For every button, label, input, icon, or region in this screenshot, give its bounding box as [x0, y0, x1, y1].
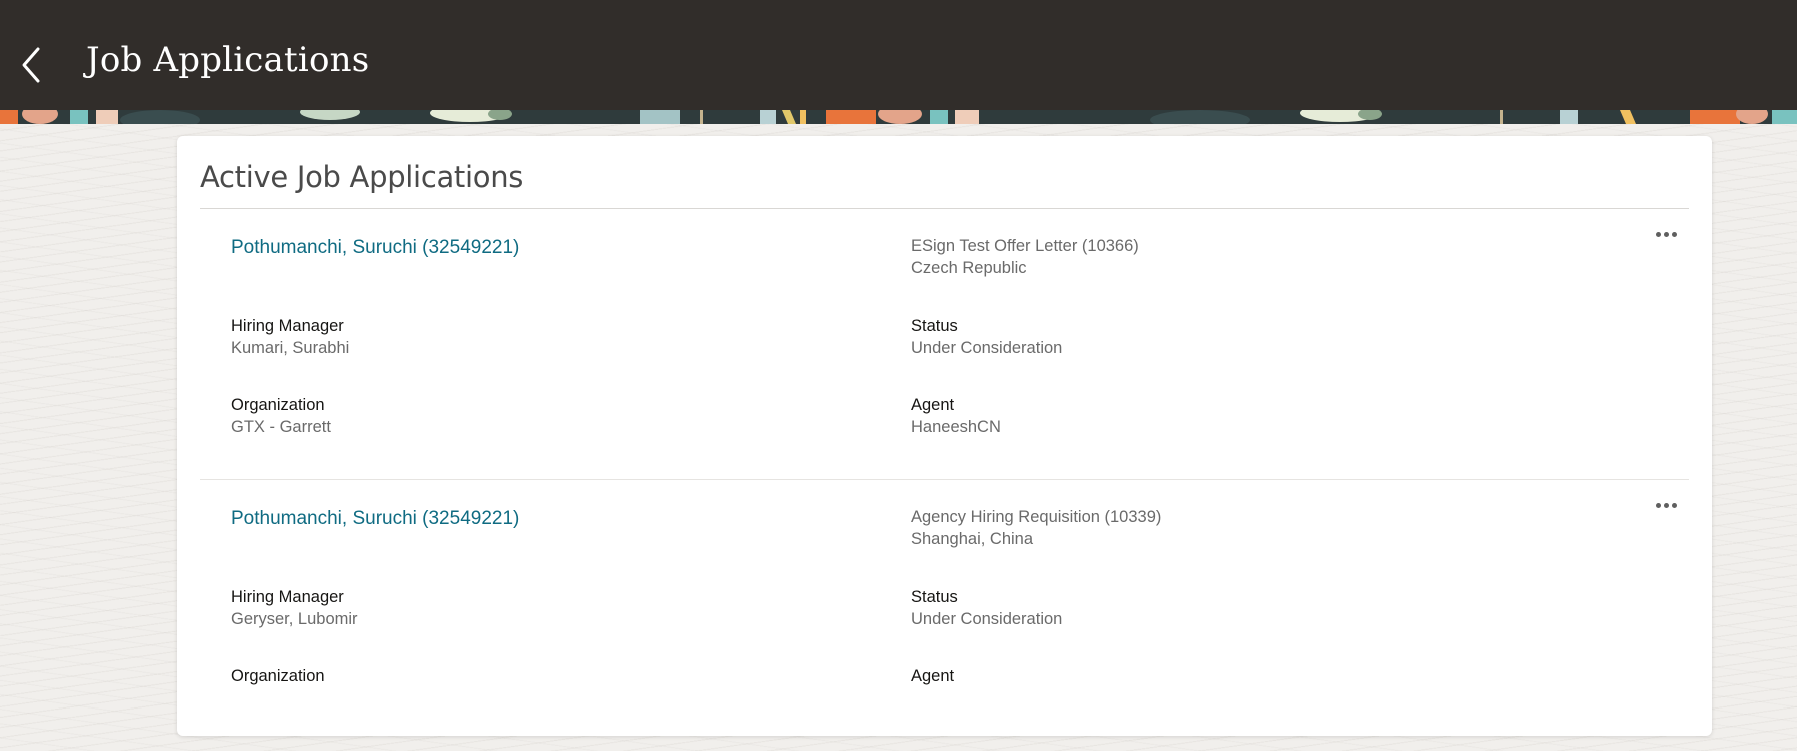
hiring-manager-label: Hiring Manager — [231, 588, 344, 606]
status-value: Under Consideration — [911, 339, 1063, 357]
candidate-link[interactable]: Pothumanchi, Suruchi (32549221) — [231, 508, 519, 530]
requisition-location: Czech Republic — [911, 259, 1027, 277]
active-applications-card: Active Job Applications Pothumanchi, Sur… — [177, 136, 1712, 736]
app-header: Job Applications — [0, 0, 1797, 110]
more-dot-icon — [1655, 502, 1661, 508]
hiring-manager-value: Kumari, Surabhi — [231, 339, 350, 357]
more-dot-icon — [1663, 502, 1669, 508]
requisition-location: Shanghai, China — [911, 530, 1034, 548]
agent-value: HaneeshCN — [911, 418, 1001, 436]
more-dot-icon — [1671, 231, 1677, 237]
chevron-left-icon — [22, 47, 40, 83]
page-title: Job Applications — [86, 40, 370, 80]
agent-label: Agent — [911, 396, 955, 414]
candidate-link[interactable]: Pothumanchi, Suruchi (32549221) — [231, 237, 519, 259]
organization-value: GTX - Garrett — [231, 418, 331, 436]
more-actions-button[interactable] — [1651, 498, 1681, 512]
organization-label: Organization — [231, 396, 325, 414]
status-label: Status — [911, 588, 958, 606]
requisition-title: Agency Hiring Requisition (10339) — [911, 508, 1162, 526]
agent-label: Agent — [911, 667, 955, 685]
organization-label: Organization — [231, 667, 325, 685]
application-item: Pothumanchi, Suruchi (32549221) ESign Te… — [200, 209, 1689, 480]
hiring-manager-value: Geryser, Lubomir — [231, 610, 358, 628]
hiring-manager-label: Hiring Manager — [231, 317, 344, 335]
more-dot-icon — [1671, 502, 1677, 508]
requisition-title: ESign Test Offer Letter (10366) — [911, 237, 1139, 255]
status-value: Under Consideration — [911, 610, 1063, 628]
application-item: Pothumanchi, Suruchi (32549221) Agency H… — [200, 480, 1689, 751]
more-dot-icon — [1663, 231, 1669, 237]
decorative-banner — [0, 110, 1797, 124]
status-label: Status — [911, 317, 958, 335]
more-dot-icon — [1655, 231, 1661, 237]
section-title: Active Job Applications — [200, 160, 524, 194]
back-button[interactable] — [14, 40, 50, 90]
more-actions-button[interactable] — [1651, 227, 1681, 241]
